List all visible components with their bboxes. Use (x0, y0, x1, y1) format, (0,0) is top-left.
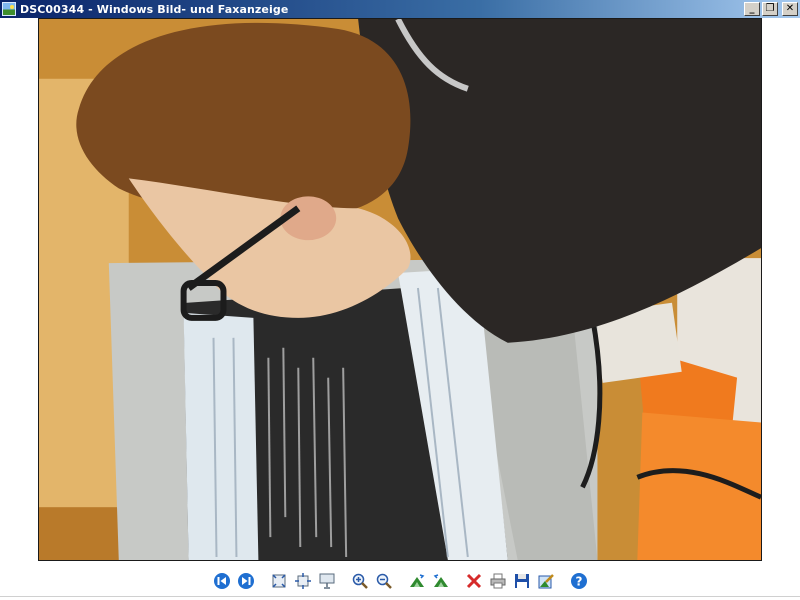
slideshow-button[interactable] (316, 570, 338, 592)
slideshow-icon (319, 573, 334, 589)
caption-buttons: _ ❐ ✕ (744, 2, 798, 16)
zoom-out-button[interactable] (373, 570, 395, 592)
minimize-button[interactable]: _ (744, 2, 760, 16)
best-fit-button[interactable] (268, 570, 290, 592)
zoom-in-icon (352, 573, 368, 589)
toolbar-separator (261, 572, 263, 590)
zoom-in-button[interactable] (349, 570, 371, 592)
svg-text:?: ? (575, 575, 582, 589)
toolbar-separator (399, 572, 401, 590)
rotate-counterclockwise-button[interactable] (430, 570, 452, 592)
title-bar[interactable]: DSC00344 - Windows Bild- und Faxanzeige … (0, 0, 800, 18)
help-button[interactable]: ? (568, 570, 590, 592)
delete-button[interactable] (463, 570, 485, 592)
next-icon (237, 573, 254, 589)
restore-button[interactable]: ❐ (762, 2, 778, 16)
previous-icon (213, 573, 230, 589)
image-viewport[interactable] (0, 18, 800, 566)
rotate-clockwise-icon (409, 574, 424, 587)
displayed-photo (38, 18, 762, 561)
save-icon (514, 574, 529, 588)
best-fit-icon (271, 574, 286, 588)
edit-button[interactable] (535, 570, 557, 592)
toolbar-separator (342, 572, 344, 590)
rotate-clockwise-button[interactable] (406, 570, 428, 592)
save-button[interactable] (511, 570, 533, 592)
window-bottom-edge (0, 596, 800, 597)
window-title: DSC00344 - Windows Bild- und Faxanzeige (20, 2, 289, 16)
actual-size-button[interactable] (292, 570, 314, 592)
print-button[interactable] (487, 570, 509, 592)
toolbar-separator (456, 572, 458, 590)
actual-size-icon (294, 573, 311, 589)
print-icon (490, 573, 505, 589)
delete-icon (466, 573, 481, 589)
close-button[interactable]: ✕ (782, 2, 798, 16)
rotate-counterclockwise-icon (433, 574, 448, 587)
edit-icon (538, 574, 554, 589)
photo-content (39, 19, 761, 560)
toolbar-separator (561, 572, 563, 590)
viewer-toolbar: ? (0, 568, 800, 594)
picture-viewer-icon[interactable] (2, 2, 16, 16)
zoom-out-icon (376, 573, 392, 589)
previous-image-button[interactable] (211, 570, 233, 592)
next-image-button[interactable] (235, 570, 257, 592)
help-icon: ? (570, 573, 587, 589)
